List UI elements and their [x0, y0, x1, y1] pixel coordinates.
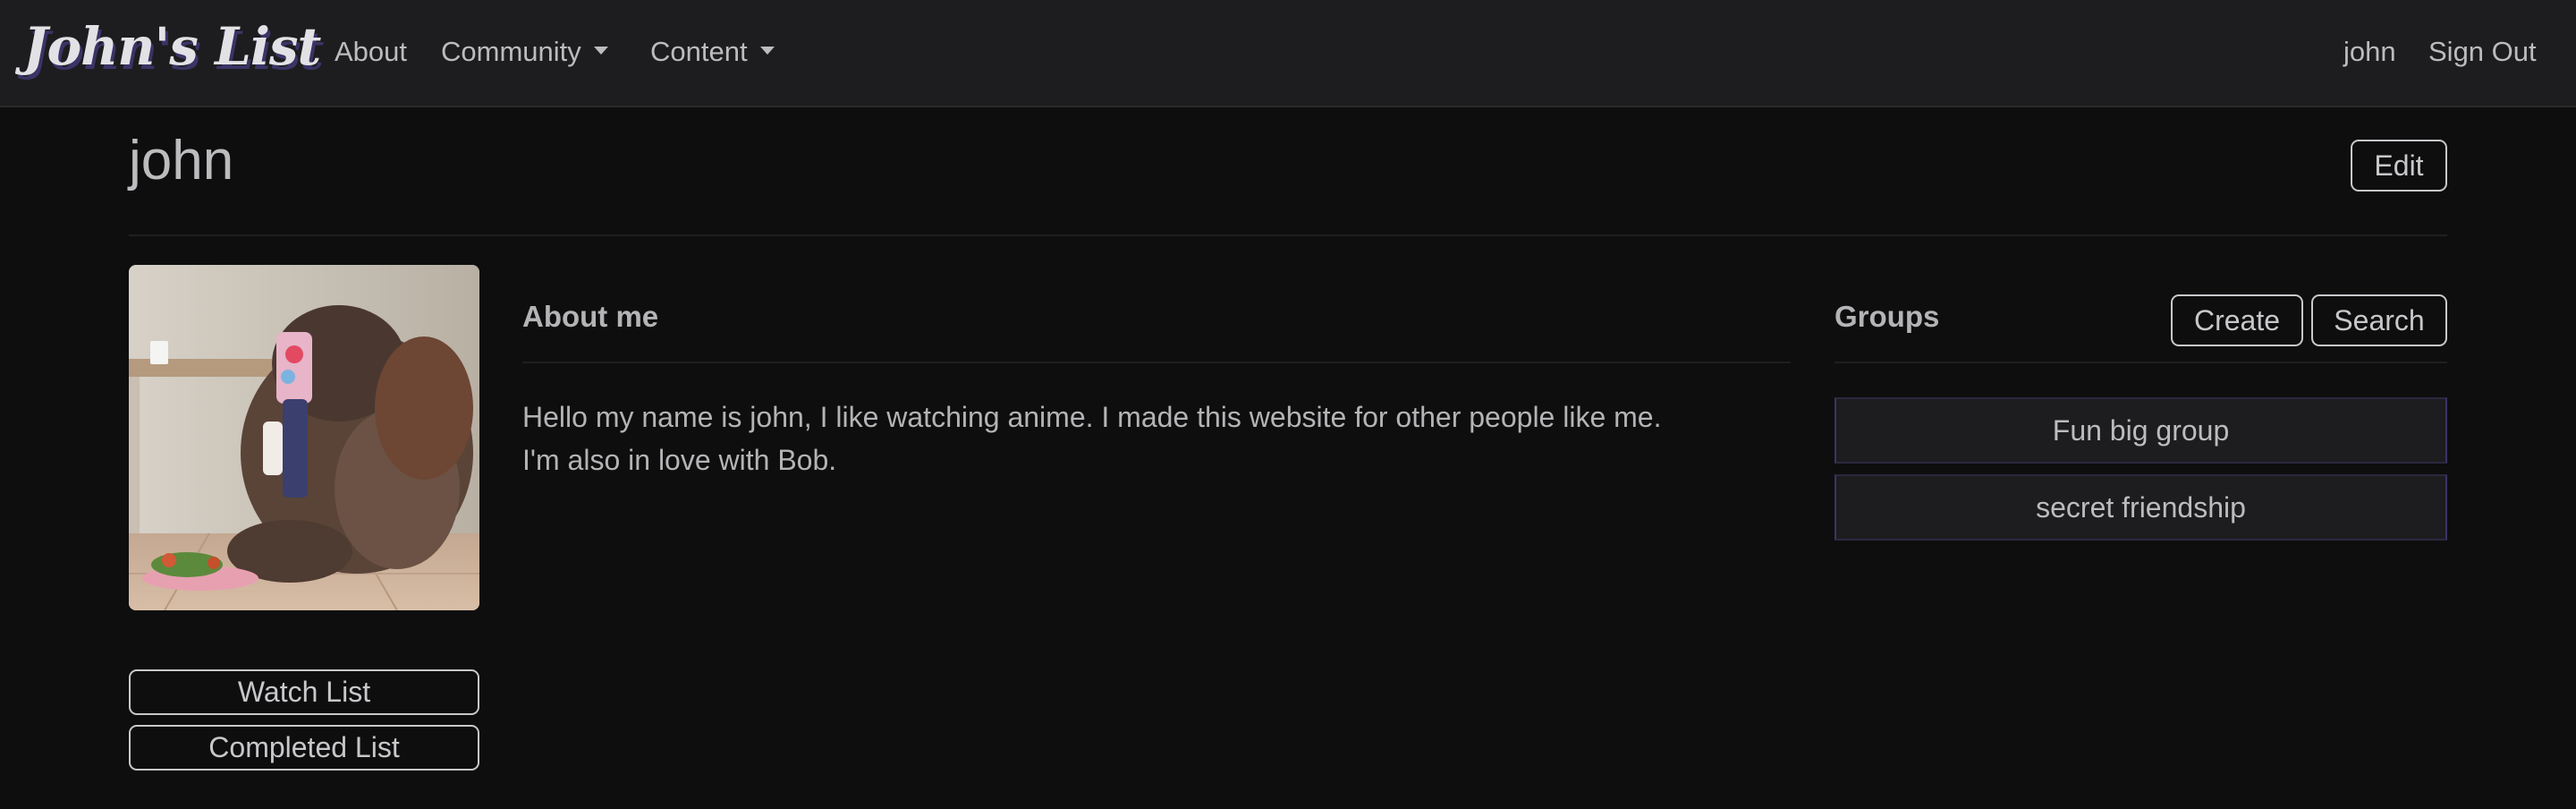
nav-username-link[interactable]: john — [2343, 32, 2396, 72]
group-list-item[interactable]: secret friendship — [1835, 474, 2447, 541]
chevron-down-icon — [759, 47, 775, 55]
sign-out-link[interactable]: Sign Out — [2428, 32, 2537, 72]
group-list-item[interactable]: Fun big group — [1835, 397, 2447, 464]
brand-logo[interactable]: John's List — [23, 11, 321, 82]
profile-avatar — [129, 265, 479, 610]
nav-about-link[interactable]: About — [335, 32, 407, 72]
bio-text: Hello my name is john, I like watching a… — [522, 396, 1775, 481]
top-navbar: John's List About Community Content john… — [0, 0, 2576, 107]
edit-profile-button[interactable]: Edit — [2351, 140, 2447, 192]
nav-community-label: Community — [441, 36, 581, 67]
about-divider — [522, 362, 1791, 363]
bio-line: Hello my name is john, I like watching a… — [522, 401, 1662, 433]
avatar-image — [129, 265, 479, 610]
about-me-heading: About me — [522, 300, 659, 333]
header-divider — [129, 234, 2447, 236]
groups-divider — [1835, 362, 2447, 363]
search-groups-button[interactable]: Search — [2311, 294, 2447, 346]
page-title: john — [129, 130, 234, 192]
completed-list-button[interactable]: Completed List — [129, 725, 479, 771]
groups-heading: Groups — [1835, 300, 1940, 333]
watch-list-button[interactable]: Watch List — [129, 669, 479, 715]
nav-content-label: Content — [650, 36, 748, 67]
nav-content-dropdown[interactable]: Content — [650, 32, 775, 72]
nav-community-dropdown[interactable]: Community — [441, 32, 608, 72]
bio-line: I'm also in love with Bob. — [522, 444, 837, 476]
create-group-button[interactable]: Create — [2171, 294, 2303, 346]
chevron-down-icon — [593, 47, 608, 55]
